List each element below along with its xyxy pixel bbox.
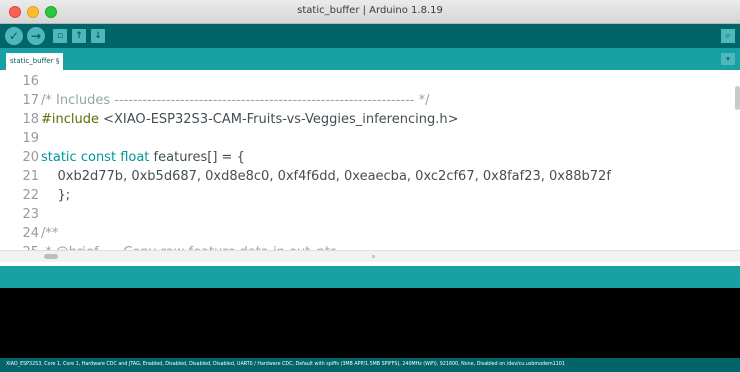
vertical-scrollbar[interactable] <box>734 70 740 250</box>
new-file-icon: ▫ <box>56 31 64 41</box>
arrow-right-icon: → <box>30 29 42 43</box>
line-number-gutter: 16 17 18 19 20 21 22 23 24 25 <box>0 70 40 250</box>
code-token: const <box>80 150 117 165</box>
upload-button[interactable]: → <box>27 27 45 45</box>
code-line: }; <box>41 186 71 205</box>
code-editor[interactable]: 16 17 18 19 20 21 22 23 24 25 /* Includes -------… <box>0 70 740 250</box>
code-line: 0xb2d77b, 0xb5d687, 0xd8e8c0, 0xf4f6dd, … <box>41 167 611 186</box>
code-line: static const float features[] = { <box>41 148 245 167</box>
line-number: 21 <box>22 169 39 184</box>
code-token: <XIAO-ESP32S3-CAM-Fruits-vs-Veggies_infe… <box>99 112 459 127</box>
toolbar: ✓ → ▫ ↑ ↓ ⌕ <box>0 24 740 48</box>
tab-bar: static_buffer § ▾ <box>0 48 740 70</box>
code-token: 0xb2d77b, 0xb5d687, 0xd8e8c0, 0xf4f6dd, … <box>41 169 611 184</box>
arrow-up-icon: ↑ <box>75 31 83 41</box>
console-output[interactable] <box>0 288 740 358</box>
console-message-area <box>0 266 740 288</box>
code-token: /* Includes ----------------------------… <box>41 93 430 108</box>
code-line: #include <XIAO-ESP32S3-CAM-Fruits-vs-Veg… <box>41 110 459 129</box>
code-token: /** <box>41 226 59 241</box>
line-number: 22 <box>22 188 39 203</box>
window-title: static_buffer | Arduino 1.8.19 <box>297 5 443 16</box>
verify-button[interactable]: ✓ <box>5 27 23 45</box>
code-token: static <box>41 150 77 165</box>
open-sketch-button[interactable]: ↑ <box>72 29 86 43</box>
code-line: * @brief Copy raw feature data in out_pt… <box>41 243 335 250</box>
code-token: features[] = { <box>149 150 245 165</box>
horizontal-scrollbar[interactable] <box>0 250 740 262</box>
code-token: }; <box>41 188 71 203</box>
serial-monitor-button[interactable]: ⌕ <box>721 29 735 43</box>
code-line: /** <box>41 224 58 243</box>
save-sketch-button[interactable]: ↓ <box>91 29 105 43</box>
arrow-down-icon: ↓ <box>94 31 102 41</box>
line-number: 18 <box>22 112 39 127</box>
split-divider-handle[interactable] <box>372 255 375 258</box>
vertical-scroll-thumb[interactable] <box>735 86 740 110</box>
line-number: 23 <box>22 207 39 222</box>
line-number: 20 <box>22 150 39 165</box>
line-number: 25 <box>0 243 39 250</box>
new-sketch-button[interactable]: ▫ <box>53 29 67 43</box>
line-number: 19 <box>22 131 39 146</box>
code-line: /* Includes ----------------------------… <box>41 91 429 110</box>
tab-menu-button[interactable]: ▾ <box>721 53 735 65</box>
check-icon: ✓ <box>8 29 20 43</box>
line-number: 16 <box>22 74 39 89</box>
arduino-ide-window: static_buffer | Arduino 1.8.19 ✓ → ▫ ↑ ↓… <box>0 0 740 372</box>
horizontal-scroll-thumb[interactable] <box>44 254 58 259</box>
code-token: float <box>120 150 150 165</box>
tab-static-buffer[interactable]: static_buffer § <box>6 53 64 70</box>
status-bar: XIAO_ESP32S3, Core 1, Core 1, Hardware C… <box>0 358 740 372</box>
title-bar: static_buffer | Arduino 1.8.19 <box>0 0 740 24</box>
line-number: 17 <box>22 93 39 108</box>
chevron-down-icon: ▾ <box>726 55 730 63</box>
magnifier-icon: ⌕ <box>725 31 731 41</box>
code-token: #include <box>41 112 99 127</box>
line-number: 24 <box>22 226 39 241</box>
